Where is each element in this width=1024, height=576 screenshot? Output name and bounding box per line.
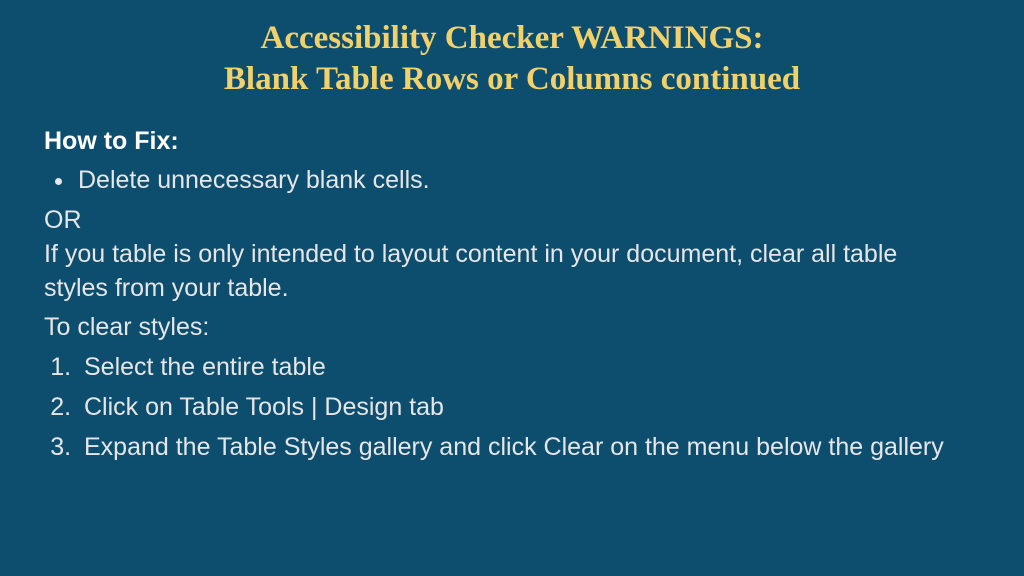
title-line-1: Accessibility Checker WARNINGS: [261,20,764,56]
layout-paragraph: If you table is only intended to layout … [44,238,924,306]
or-label: OR [44,204,984,238]
list-item: Click on Table Tools | Design tab [78,391,944,425]
slide: Accessibility Checker WARNINGS: Blank Ta… [0,0,1024,576]
clear-styles-steps: Select the entire table Click on Table T… [44,351,984,464]
slide-body: How to Fix: Delete unnecessary blank cel… [40,125,984,465]
how-to-fix-heading: How to Fix: [44,125,984,159]
list-item: Select the entire table [78,351,944,385]
fix-bullet-list: Delete unnecessary blank cells. [44,164,984,198]
slide-title: Accessibility Checker WARNINGS: Blank Ta… [40,18,984,101]
list-item: Delete unnecessary blank cells. [76,164,984,198]
list-item: Expand the Table Styles gallery and clic… [78,431,944,465]
to-clear-styles-label: To clear styles: [44,311,984,345]
title-line-2: Blank Table Rows or Columns continued [224,61,800,97]
